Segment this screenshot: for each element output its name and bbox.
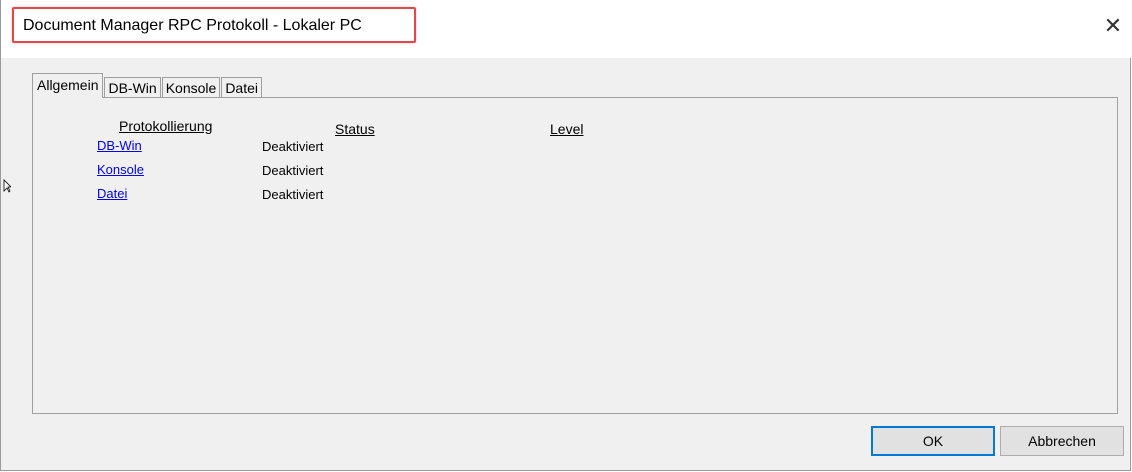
status-db-win: Deaktiviert bbox=[262, 139, 324, 154]
tab-allgemein[interactable]: Allgemein bbox=[32, 73, 104, 98]
tab-konsole[interactable]: Konsole bbox=[161, 77, 221, 98]
tab-datei[interactable]: Datei bbox=[221, 77, 262, 98]
title-bar[interactable]: Document Manager RPC Protokoll - Lokaler… bbox=[1, 0, 1131, 58]
tab-db-win[interactable]: DB-Win bbox=[104, 77, 161, 98]
close-button[interactable]: ✕ bbox=[1095, 10, 1131, 42]
window-title: Document Manager RPC Protokoll - Lokaler… bbox=[23, 17, 362, 34]
mouse-cursor-icon bbox=[3, 179, 11, 193]
link-konsole[interactable]: Konsole bbox=[97, 162, 144, 177]
header-status: Status bbox=[335, 121, 375, 137]
status-konsole: Deaktiviert bbox=[262, 163, 324, 178]
close-icon: ✕ bbox=[1103, 13, 1123, 38]
dialog-window: Document Manager RPC Protokoll - Lokaler… bbox=[0, 0, 1131, 471]
status-datei: Deaktiviert bbox=[262, 187, 324, 202]
cancel-button[interactable]: Abbrechen bbox=[1000, 426, 1124, 456]
link-datei[interactable]: Datei bbox=[97, 186, 127, 201]
tab-panel-allgemein bbox=[32, 97, 1118, 414]
header-protokollierung: Protokollierung bbox=[119, 118, 213, 134]
ok-button[interactable]: OK bbox=[871, 426, 995, 456]
tab-strip: Allgemein DB-Win Konsole Datei bbox=[32, 72, 263, 98]
link-db-win[interactable]: DB-Win bbox=[97, 138, 142, 153]
header-level: Level bbox=[550, 121, 584, 137]
